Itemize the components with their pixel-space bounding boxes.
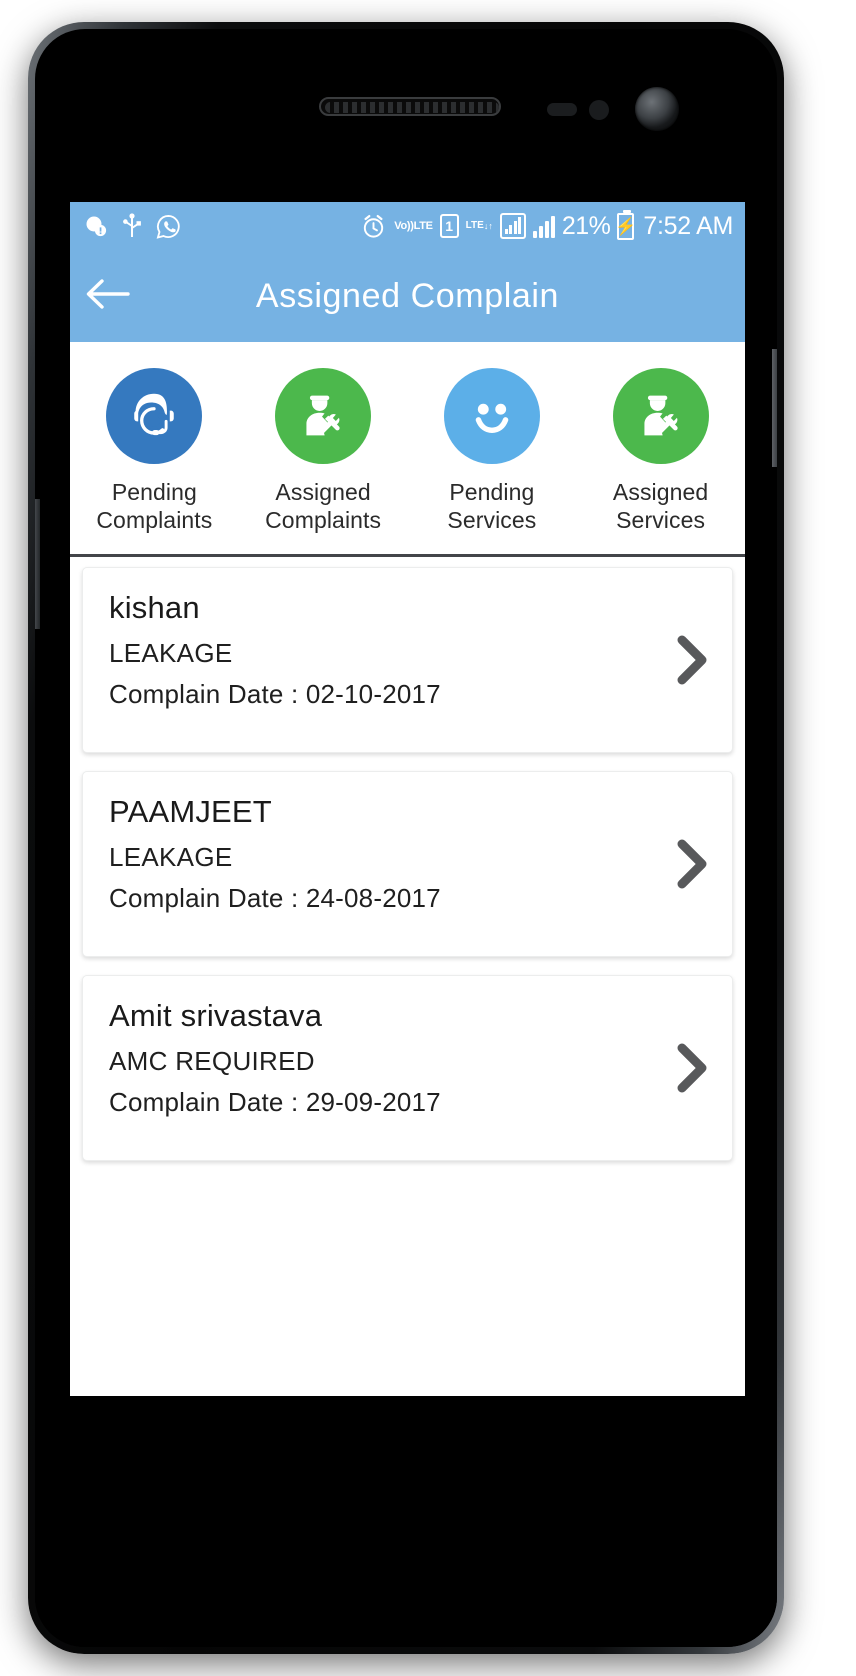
front-camera [635, 87, 679, 131]
status-bar-left-icons [84, 213, 181, 239]
complaint-date: Complain Date : 24-08-2017 [109, 883, 441, 914]
complaint-card[interactable]: kishan LEAKAGE Complain Date : 02-10-201… [82, 567, 733, 754]
complaint-card[interactable]: Amit srivastava AMC REQUIRED Complain Da… [82, 975, 733, 1162]
complaint-type: LEAKAGE [109, 638, 233, 669]
tab-pending-services[interactable]: Pending Services [408, 368, 577, 534]
app-alert-icon [84, 214, 108, 238]
light-sensor [589, 100, 609, 120]
back-button[interactable] [70, 250, 144, 342]
signal-strength-sim1-icon [499, 213, 526, 239]
lte-data-icon: LTE ↓↑ [465, 220, 493, 232]
tab-label-line1: Pending [449, 479, 535, 505]
tab-label-line1: Pending [111, 479, 197, 505]
tab-label-line2: Complaints [96, 507, 213, 534]
tab-assigned-services[interactable]: Assigned Services [576, 368, 745, 534]
whatsapp-icon [156, 214, 181, 239]
status-bar-right-icons: Vo)) LTE 1 LTE ↓↑ 21% ⚡ 7:52 AM [360, 209, 733, 241]
phone-chin [35, 1407, 777, 1647]
app-bar: Assigned Complain [70, 250, 745, 342]
charging-bolt-glyph: ⚡ [615, 216, 637, 236]
battery-charging-icon: ⚡ [615, 209, 637, 240]
complaint-customer-name: PAAMJEET [109, 794, 272, 830]
category-tab-strip: Pending Complaints Assigned Complaints P… [70, 342, 745, 558]
earpiece-mesh [325, 102, 499, 113]
technician-wrench-icon [612, 368, 709, 464]
tab-label-line2: Services [447, 507, 537, 534]
tab-label-pending-complaints: Pending Complaints [96, 478, 212, 534]
tab-label-line1: Assigned [612, 479, 709, 505]
alarm-icon [360, 213, 387, 240]
chevron-right-icon[interactable] [670, 838, 714, 890]
chevron-right-icon[interactable] [670, 634, 714, 686]
sim-card-1-icon: 1 [439, 214, 459, 238]
complaint-customer-name: Amit srivastava [109, 998, 323, 1034]
status-bar-clock: 7:52 AM [643, 211, 733, 240]
tab-label-assigned-services: Assigned Services [613, 478, 708, 534]
complaint-type: LEAKAGE [109, 842, 233, 873]
tab-label-line2: Complaints [265, 507, 382, 534]
chevron-right-icon[interactable] [670, 1042, 714, 1094]
tab-assigned-complaints[interactable]: Assigned Complaints [239, 368, 408, 534]
phone-body: Vo)) LTE 1 LTE ↓↑ 21% ⚡ 7:52 AM Assigned… [35, 29, 777, 1647]
volume-button[interactable] [35, 499, 40, 629]
volte-line2: LTE [413, 220, 433, 232]
back-arrow-icon [84, 277, 130, 316]
tab-pending-complaints[interactable]: Pending Complaints [70, 368, 239, 534]
complaint-customer-name: kishan [109, 590, 200, 626]
lte-arrows: ↓↑ [483, 221, 493, 231]
power-button[interactable] [772, 349, 777, 467]
status-bar: Vo)) LTE 1 LTE ↓↑ 21% ⚡ 7:52 AM [70, 202, 745, 250]
technician-wrench-icon [275, 368, 372, 464]
complaint-list: kishan LEAKAGE Complain Date : 02-10-201… [70, 557, 745, 1162]
volte-icon: Vo)) LTE [394, 220, 433, 232]
tab-label-line1: Assigned [275, 479, 371, 505]
complaint-type: AMC REQUIRED [109, 1046, 315, 1077]
page-title: Assigned Complain [255, 276, 560, 315]
lte-label: LTE [465, 220, 484, 231]
phone-screen: Vo)) LTE 1 LTE ↓↑ 21% ⚡ 7:52 AM Assigned… [70, 202, 745, 1396]
volte-line1: Vo)) [394, 220, 414, 232]
tab-label-assigned-complaints: Assigned Complaints [265, 478, 381, 534]
usb-icon [122, 213, 142, 239]
complaint-date: Complain Date : 29-09-2017 [109, 1087, 441, 1118]
smiley-face-icon [443, 368, 540, 464]
earpiece-speaker [319, 97, 501, 116]
complaint-date: Complain Date : 02-10-2017 [109, 679, 441, 710]
headset-support-agent-icon [106, 368, 203, 464]
signal-strength-sim2-icon [532, 214, 555, 238]
proximity-sensor [547, 103, 577, 116]
complaint-card[interactable]: PAAMJEET LEAKAGE Complain Date : 24-08-2… [82, 771, 733, 958]
battery-percent-label: 21% [561, 211, 611, 240]
tab-label-pending-services: Pending Services [447, 478, 536, 534]
phone-frame: Vo)) LTE 1 LTE ↓↑ 21% ⚡ 7:52 AM Assigned… [28, 22, 784, 1654]
tab-label-line2: Services [616, 507, 706, 534]
